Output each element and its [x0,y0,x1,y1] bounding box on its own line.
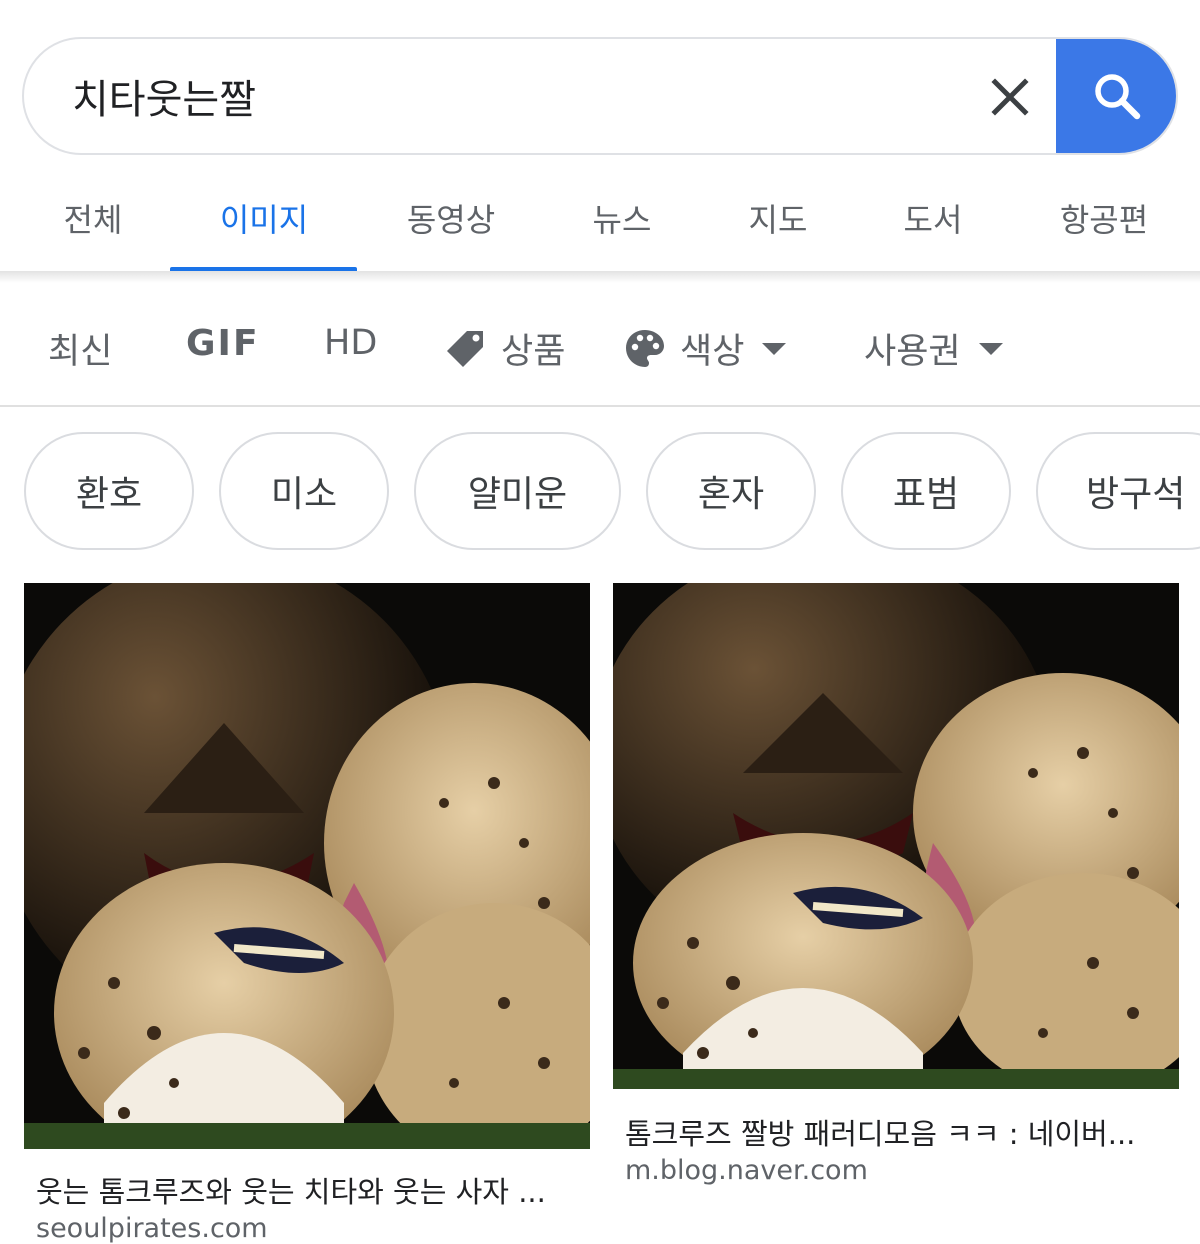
chip-leopard[interactable]: 표범 [841,432,1011,550]
tabs-divider [0,271,1200,283]
result-caption: 톰크루즈 짤방 패러디모음 ㅋㅋ : 네이버... [625,1117,1136,1151]
tag-icon [447,330,483,367]
tab-maps[interactable]: 지도 [749,195,808,241]
search-tabs: 전체 이미지 동영상 뉴스 지도 도서 항공편 [0,155,1200,273]
search-bar [22,37,1178,155]
tab-news[interactable]: 뉴스 [593,195,652,241]
palette-icon [626,329,664,367]
filter-license[interactable]: 사용권 [864,323,1003,374]
result-thumbnail[interactable] [24,583,590,1149]
cheetah-lion-image [613,583,1179,1089]
chip-room[interactable]: 방구석 [1036,432,1200,550]
filter-product[interactable]: 상품 [445,323,565,374]
filter-product-label: 상품 [501,332,566,372]
result-caption: 웃는 톰크루즈와 웃는 치타와 웃는 사자 ... [36,1175,546,1209]
image-result[interactable]: 톰크루즈 짤방 패러디모음 ㅋㅋ : 네이버... m.blog.naver.c… [613,583,1179,1203]
chip-smile[interactable]: 미소 [219,432,389,550]
result-domain: seoulpirates.com [36,1213,268,1244]
tab-books[interactable]: 도서 [904,195,963,241]
filter-recent[interactable]: 최신 [48,323,112,374]
clear-button[interactable] [982,69,1038,125]
caret-down-icon [978,342,1003,355]
chip-alone[interactable]: 혼자 [646,432,816,550]
filter-color-label: 색상 [680,332,745,372]
caret-down-icon [762,342,787,355]
tab-videos[interactable]: 동영상 [407,195,495,241]
image-result[interactable]: 웃는 톰크루즈와 웃는 치타와 웃는 사자 ... seoulpirates.c… [24,583,590,1244]
search-icon [1095,74,1141,120]
search-button[interactable] [1056,39,1176,153]
filter-bar: 최신 GIF HD 상품 색상 사용권 [0,283,1200,407]
close-icon [991,78,1029,116]
search-input[interactable] [72,65,952,127]
filter-license-label: 사용권 [864,332,961,372]
result-thumbnail[interactable] [613,583,1179,1089]
cheetah-lion-image [24,583,590,1149]
result-domain: m.blog.naver.com [625,1155,868,1186]
tab-all[interactable]: 전체 [64,195,123,241]
tab-flights[interactable]: 항공편 [1060,195,1148,241]
filter-hd[interactable]: HD [324,323,377,363]
chip-annoying[interactable]: 얄미운 [414,432,621,550]
chip-cheer[interactable]: 환호 [24,432,194,550]
filter-gif[interactable]: GIF [186,323,260,364]
filter-color[interactable]: 색상 [624,323,787,374]
tab-images[interactable]: 이미지 [220,195,308,241]
